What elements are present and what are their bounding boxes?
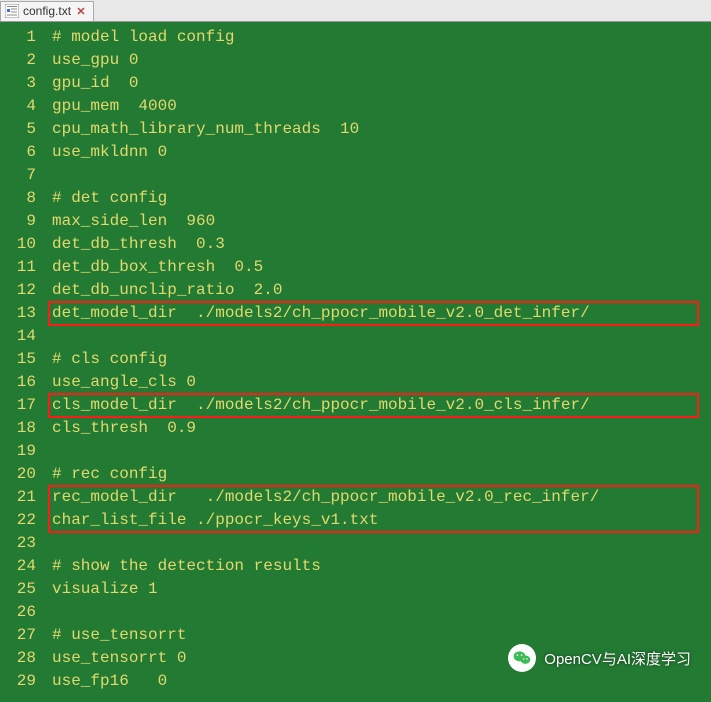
line-number: 7 <box>0 164 48 187</box>
line-number: 24 <box>0 555 48 578</box>
code-line: cls_thresh 0.9 <box>48 417 711 440</box>
line-number: 16 <box>0 371 48 394</box>
code-line: det_db_unclip_ratio 2.0 <box>48 279 711 302</box>
code-line: # det config <box>48 187 711 210</box>
line-number: 28 <box>0 647 48 670</box>
line-number: 22 <box>0 509 48 532</box>
code-line: use_angle_cls 0 <box>48 371 711 394</box>
code-line: max_side_len 960 <box>48 210 711 233</box>
line-number: 17 <box>0 394 48 417</box>
code-area[interactable]: OpenCV与AI深度学习 # model load configuse_gpu… <box>48 22 711 702</box>
code-line: det_db_box_thresh 0.5 <box>48 256 711 279</box>
code-line <box>48 164 711 187</box>
file-icon <box>5 4 19 18</box>
line-number: 13 <box>0 302 48 325</box>
code-line <box>48 532 711 555</box>
code-line: cls_model_dir ./models2/ch_ppocr_mobile_… <box>48 394 711 417</box>
close-icon[interactable]: ✕ <box>75 5 87 17</box>
line-number: 12 <box>0 279 48 302</box>
code-line: use_mkldnn 0 <box>48 141 711 164</box>
code-line: use_gpu 0 <box>48 49 711 72</box>
line-number: 29 <box>0 670 48 693</box>
line-number: 14 <box>0 325 48 348</box>
code-line: char_list_file ./ppocr_keys_v1.txt <box>48 509 711 532</box>
code-line: gpu_id 0 <box>48 72 711 95</box>
line-number: 10 <box>0 233 48 256</box>
code-line: # model load config <box>48 26 711 49</box>
code-line: # show the detection results <box>48 555 711 578</box>
code-line: rec_model_dir ./models2/ch_ppocr_mobile_… <box>48 486 711 509</box>
code-line <box>48 325 711 348</box>
line-number-gutter: 1234567891011121314151617181920212223242… <box>0 22 48 702</box>
code-line <box>48 440 711 463</box>
line-number: 4 <box>0 95 48 118</box>
line-number: 25 <box>0 578 48 601</box>
code-line: # rec config <box>48 463 711 486</box>
line-number: 6 <box>0 141 48 164</box>
code-line: gpu_mem 4000 <box>48 95 711 118</box>
editor: 1234567891011121314151617181920212223242… <box>0 22 711 702</box>
tab-bar: config.txt ✕ <box>0 0 711 22</box>
code-line: cpu_math_library_num_threads 10 <box>48 118 711 141</box>
watermark: OpenCV与AI深度学习 <box>508 644 691 672</box>
line-number: 19 <box>0 440 48 463</box>
line-number: 2 <box>0 49 48 72</box>
line-number: 20 <box>0 463 48 486</box>
code-line <box>48 601 711 624</box>
line-number: 18 <box>0 417 48 440</box>
line-number: 11 <box>0 256 48 279</box>
line-number: 9 <box>0 210 48 233</box>
code-line: use_fp16 0 <box>48 670 711 693</box>
watermark-text: OpenCV与AI深度学习 <box>544 648 691 669</box>
code-line: det_model_dir ./models2/ch_ppocr_mobile_… <box>48 302 711 325</box>
line-number: 27 <box>0 624 48 647</box>
line-number: 26 <box>0 601 48 624</box>
line-number: 3 <box>0 72 48 95</box>
code-line: visualize 1 <box>48 578 711 601</box>
line-number: 21 <box>0 486 48 509</box>
file-tab[interactable]: config.txt ✕ <box>0 1 94 21</box>
code-line: det_db_thresh 0.3 <box>48 233 711 256</box>
code-line: # cls config <box>48 348 711 371</box>
line-number: 8 <box>0 187 48 210</box>
wechat-icon <box>508 644 536 672</box>
line-number: 5 <box>0 118 48 141</box>
line-number: 1 <box>0 26 48 49</box>
line-number: 23 <box>0 532 48 555</box>
tab-title: config.txt <box>23 4 71 18</box>
line-number: 15 <box>0 348 48 371</box>
